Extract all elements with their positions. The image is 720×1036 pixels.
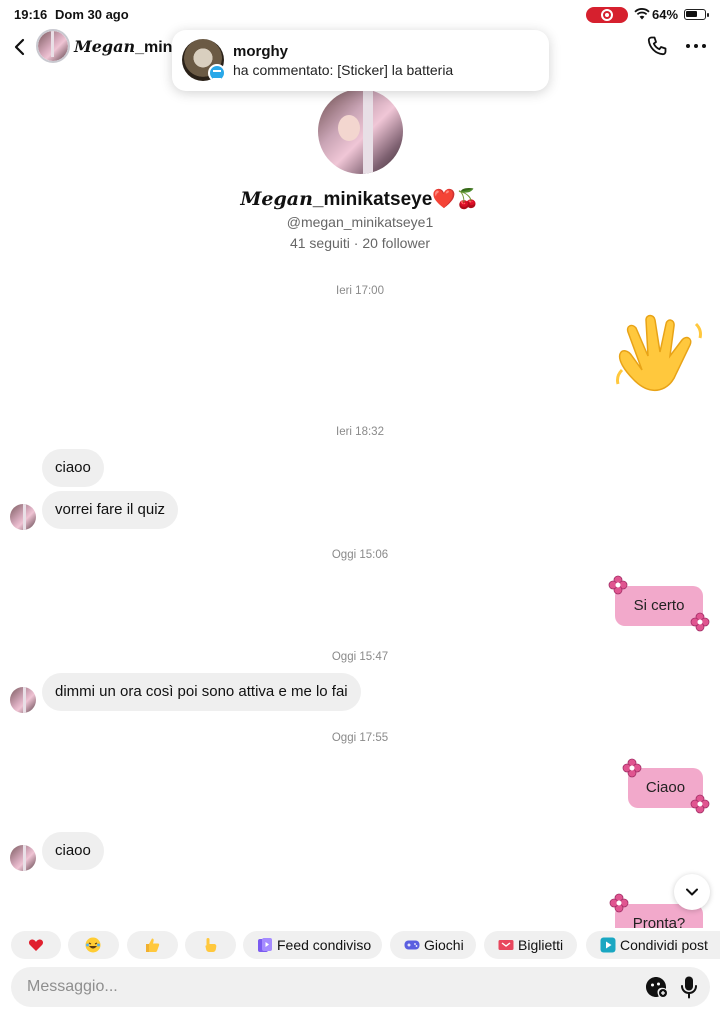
sender-avatar[interactable] [10, 845, 36, 871]
header-username-styled: Megan [74, 37, 136, 56]
tickets-chip[interactable]: Biglietti [484, 931, 577, 959]
pointing-finger-emoji-icon [205, 938, 217, 952]
gamepad-icon [404, 940, 420, 950]
heart-reaction-chip[interactable] [11, 931, 61, 959]
notification-text: ha commentato: [Sticker] la batteria [233, 62, 454, 78]
more-options-icon[interactable] [684, 34, 708, 58]
profile-stats: 41 seguiti · 20 follower [289, 235, 431, 251]
feed-shared-label: Feed condiviso [277, 937, 372, 953]
timestamp: Oggi 15:47 [331, 651, 389, 663]
incoming-message[interactable]: ciaoo [42, 449, 104, 487]
share-post-label: Condividi post [620, 937, 708, 953]
profile-name-styled: Megan [240, 188, 313, 210]
profile-name-rest: _minikatseye❤️🍒 [312, 189, 480, 210]
waving-hand-icon[interactable] [612, 310, 706, 406]
avatar-image [38, 31, 68, 61]
ticket-icon [498, 940, 514, 950]
profile-handle: @megan_minikatseye1 [286, 214, 434, 230]
heart-emoji-icon [28, 939, 44, 951]
flower-sticker-icon [690, 794, 710, 814]
games-chip[interactable]: Giochi [390, 931, 476, 959]
message-composer[interactable]: Messaggio... [11, 967, 710, 1007]
thumbs-up-emoji-icon [146, 938, 160, 952]
feed-shared-chip[interactable]: Feed condiviso [243, 931, 382, 959]
status-bar: 19:16 Dom 30 ago 64% [0, 0, 720, 28]
incoming-message[interactable]: dimmi un ora così poi sono attiva e me l… [42, 673, 361, 711]
microphone-icon[interactable] [679, 975, 699, 999]
flower-sticker-icon [609, 893, 629, 913]
battery-icon [684, 9, 709, 20]
incoming-message[interactable]: vorrei fare il quiz [42, 491, 179, 529]
scroll-to-bottom-button[interactable] [674, 874, 710, 910]
share-post-icon [600, 937, 616, 953]
header-avatar[interactable] [36, 29, 70, 63]
flower-sticker-icon [690, 612, 710, 632]
sticker-icon[interactable] [644, 975, 668, 999]
message-input[interactable]: Messaggio... [27, 978, 118, 996]
quick-reply-bar: Feed condiviso Giochi Biglietti Condivid… [0, 928, 720, 962]
profile-name: Megan_minikatseye❤️🍒 [0, 187, 720, 211]
timestamp: Ieri 18:32 [336, 426, 384, 438]
laugh-reaction-chip[interactable] [68, 931, 119, 959]
timestamp: Oggi 15:06 [331, 549, 389, 561]
header-username[interactable]: Megan_minik [74, 37, 186, 57]
feed-shared-icon [258, 938, 272, 952]
timestamp: Oggi 17:55 [331, 732, 389, 744]
chevron-down-icon [686, 888, 698, 896]
status-time: 19:16 [14, 7, 48, 22]
wifi-icon [634, 8, 650, 20]
laughing-emoji-icon [85, 937, 101, 953]
flower-sticker-icon [608, 575, 628, 595]
screen-recording-icon[interactable] [586, 7, 628, 23]
incoming-message[interactable]: ciaoo [42, 832, 104, 870]
notification-banner[interactable]: morghy ha commentato: [Sticker] la batte… [172, 30, 549, 91]
status-date: Dom 30 ago [55, 7, 129, 22]
phone-call-icon[interactable] [645, 34, 669, 58]
thumbs-up-reaction-chip[interactable] [127, 931, 178, 959]
sender-avatar[interactable] [10, 504, 36, 530]
games-label: Giochi [424, 937, 464, 953]
notification-title: morghy [233, 43, 289, 60]
share-post-chip[interactable]: Condividi post [586, 931, 720, 959]
profile-avatar[interactable] [318, 89, 403, 174]
comment-badge-icon [208, 64, 226, 82]
tickets-label: Biglietti [518, 937, 564, 953]
timestamp: Ieri 17:00 [336, 285, 384, 297]
back-arrow-icon[interactable] [12, 37, 28, 57]
pointing-reaction-chip[interactable] [185, 931, 236, 959]
sender-avatar[interactable] [10, 687, 36, 713]
battery-percentage: 64% [652, 7, 679, 22]
flower-sticker-icon [622, 758, 642, 778]
